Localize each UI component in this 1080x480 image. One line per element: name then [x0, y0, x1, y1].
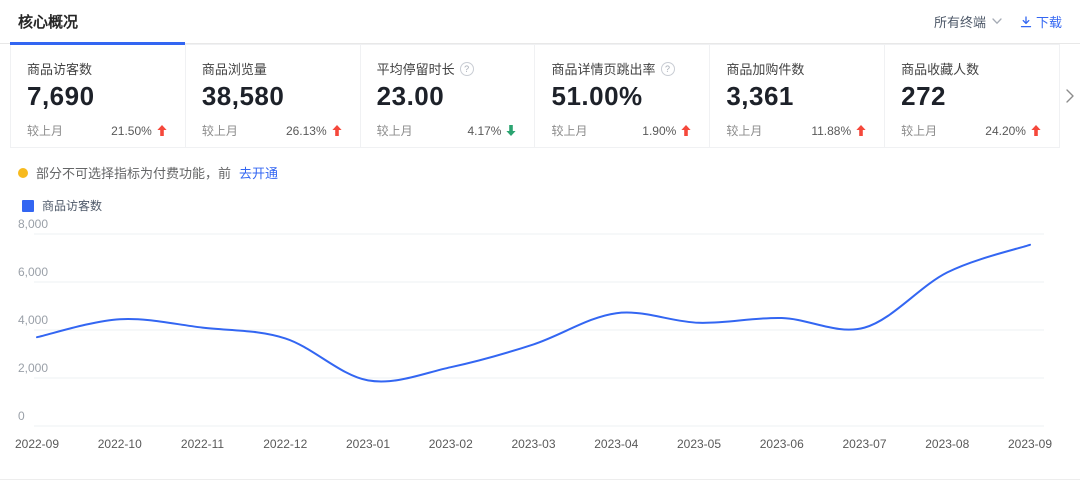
kpi-label: 商品收藏人数: [901, 59, 979, 78]
y-axis-tick-label: 8,000: [18, 217, 48, 231]
y-axis-tick-label: 2,000: [18, 361, 48, 375]
change-percent: 11.88%: [811, 124, 851, 138]
x-axis-tick-label: 2023-08: [925, 437, 969, 451]
activate-link[interactable]: 去开通: [239, 163, 278, 182]
kpi-value: 7,690: [27, 81, 169, 112]
trend-arrow-icon: [681, 125, 691, 136]
x-axis-tick-label: 2022-10: [98, 437, 142, 451]
x-axis-tick-label: 2022-11: [181, 437, 224, 451]
paid-feature-notice: 部分不可选择指标为付费功能，前去开通: [18, 163, 1080, 182]
kpi-card-add-to-cart[interactable]: 商品加购件数 3,361 较上月 11.88%: [709, 44, 885, 148]
legend-label: 商品访客数: [42, 197, 102, 214]
trend-arrow-icon: [506, 125, 516, 136]
trend-arrow-icon: [1031, 125, 1041, 136]
kpi-value: 3,361: [726, 81, 868, 112]
x-axis-tick-label: 2023-09: [1008, 437, 1052, 451]
yellow-dot-icon: [18, 168, 28, 178]
visitors-trend-line: [37, 245, 1030, 382]
kpi-card-favorites[interactable]: 商品收藏人数 272 较上月 24.20%: [884, 44, 1060, 148]
tab-core-overview[interactable]: 核心概况: [0, 0, 185, 44]
y-axis-tick-label: 4,000: [18, 313, 48, 327]
help-icon[interactable]: ?: [460, 62, 474, 76]
kpi-value: 51.00%: [551, 81, 693, 112]
change-percent: 26.13%: [286, 124, 327, 138]
chevron-down-icon: [992, 18, 1002, 25]
download-label: 下载: [1036, 12, 1062, 31]
x-axis-tick-label: 2023-04: [594, 437, 638, 451]
download-icon: [1020, 16, 1032, 28]
change-percent: 4.17%: [467, 124, 501, 138]
chevron-right-icon: [1066, 89, 1074, 103]
terminal-filter-dropdown[interactable]: 所有终端: [934, 12, 1002, 31]
notice-text: 部分不可选择指标为付费功能，前: [36, 163, 231, 182]
kpi-label: 商品访客数: [27, 59, 92, 78]
change-percent: 21.50%: [111, 124, 152, 138]
change-percent: 24.20%: [985, 124, 1026, 138]
page-title: 核心概况: [18, 11, 78, 32]
compare-label: 较上月: [377, 122, 413, 139]
x-axis-tick-label: 2023-06: [760, 437, 804, 451]
change-percent: 1.90%: [642, 124, 676, 138]
x-axis-tick-label: 2023-01: [346, 437, 390, 451]
kpi-value: 23.00: [377, 81, 519, 112]
terminal-filter-label: 所有终端: [934, 12, 986, 31]
active-tab-indicator: [10, 42, 185, 45]
compare-label: 较上月: [551, 122, 587, 139]
kpi-section: 商品访客数 7,690 较上月 21.50% 商品浏览量 38,580 较上月 …: [0, 44, 1080, 148]
y-axis-tick-label: 6,000: [18, 265, 48, 279]
x-axis-tick-label: 2023-03: [511, 437, 555, 451]
compare-label: 较上月: [901, 122, 937, 139]
x-axis-tick-label: 2022-12: [263, 437, 307, 451]
kpi-value: 38,580: [202, 81, 344, 112]
kpi-value: 272: [901, 81, 1043, 112]
kpi-label: 商品加购件数: [726, 59, 804, 78]
kpi-label: 商品浏览量: [202, 59, 267, 78]
chart-legend[interactable]: 商品访客数: [22, 197, 1080, 214]
panel-header: 核心概况 所有终端 下载: [0, 0, 1080, 44]
kpi-card-row: 商品访客数 7,690 较上月 21.50% 商品浏览量 38,580 较上月 …: [10, 44, 1060, 148]
kpi-card-avg-stay-duration[interactable]: 平均停留时长 ? 23.00 较上月 4.17%: [360, 44, 536, 148]
compare-label: 较上月: [202, 122, 238, 139]
compare-label: 较上月: [27, 122, 63, 139]
header-actions: 所有终端 下载: [934, 12, 1062, 31]
x-axis-tick-label: 2023-02: [429, 437, 473, 451]
trend-arrow-icon: [332, 125, 342, 136]
trend-arrow-icon: [856, 125, 866, 136]
core-overview-panel: 核心概况 所有终端 下载 商品访客数 7,690 较上月 21.50%: [0, 0, 1080, 480]
trend-chart-svg: 0 2,000 4,000 6,000 8,000 2022-09 2022-10 2022-…: [0, 217, 1080, 469]
visitors-trend-chart[interactable]: 0 2,000 4,000 6,000 8,000 2022-09 2022-10 2022-…: [0, 217, 1080, 474]
help-icon[interactable]: ?: [661, 62, 675, 76]
x-axis-tick-label: 2022-09: [15, 437, 59, 451]
legend-swatch-icon: [22, 200, 34, 212]
x-axis-tick-label: 2023-05: [677, 437, 721, 451]
trend-arrow-icon: [157, 125, 167, 136]
kpi-label: 平均停留时长: [377, 59, 455, 78]
compare-label: 较上月: [726, 122, 762, 139]
kpi-card-pageviews[interactable]: 商品浏览量 38,580 较上月 26.13%: [185, 44, 361, 148]
x-axis-tick-label: 2023-07: [842, 437, 886, 451]
next-cards-button[interactable]: [1060, 44, 1080, 148]
y-axis-tick-label: 0: [18, 409, 25, 423]
kpi-card-visitors[interactable]: 商品访客数 7,690 较上月 21.50%: [10, 44, 186, 148]
download-button[interactable]: 下载: [1020, 12, 1062, 31]
kpi-label: 商品详情页跳出率: [551, 59, 655, 78]
kpi-card-bounce-rate[interactable]: 商品详情页跳出率 ? 51.00% 较上月 1.90%: [534, 44, 710, 148]
